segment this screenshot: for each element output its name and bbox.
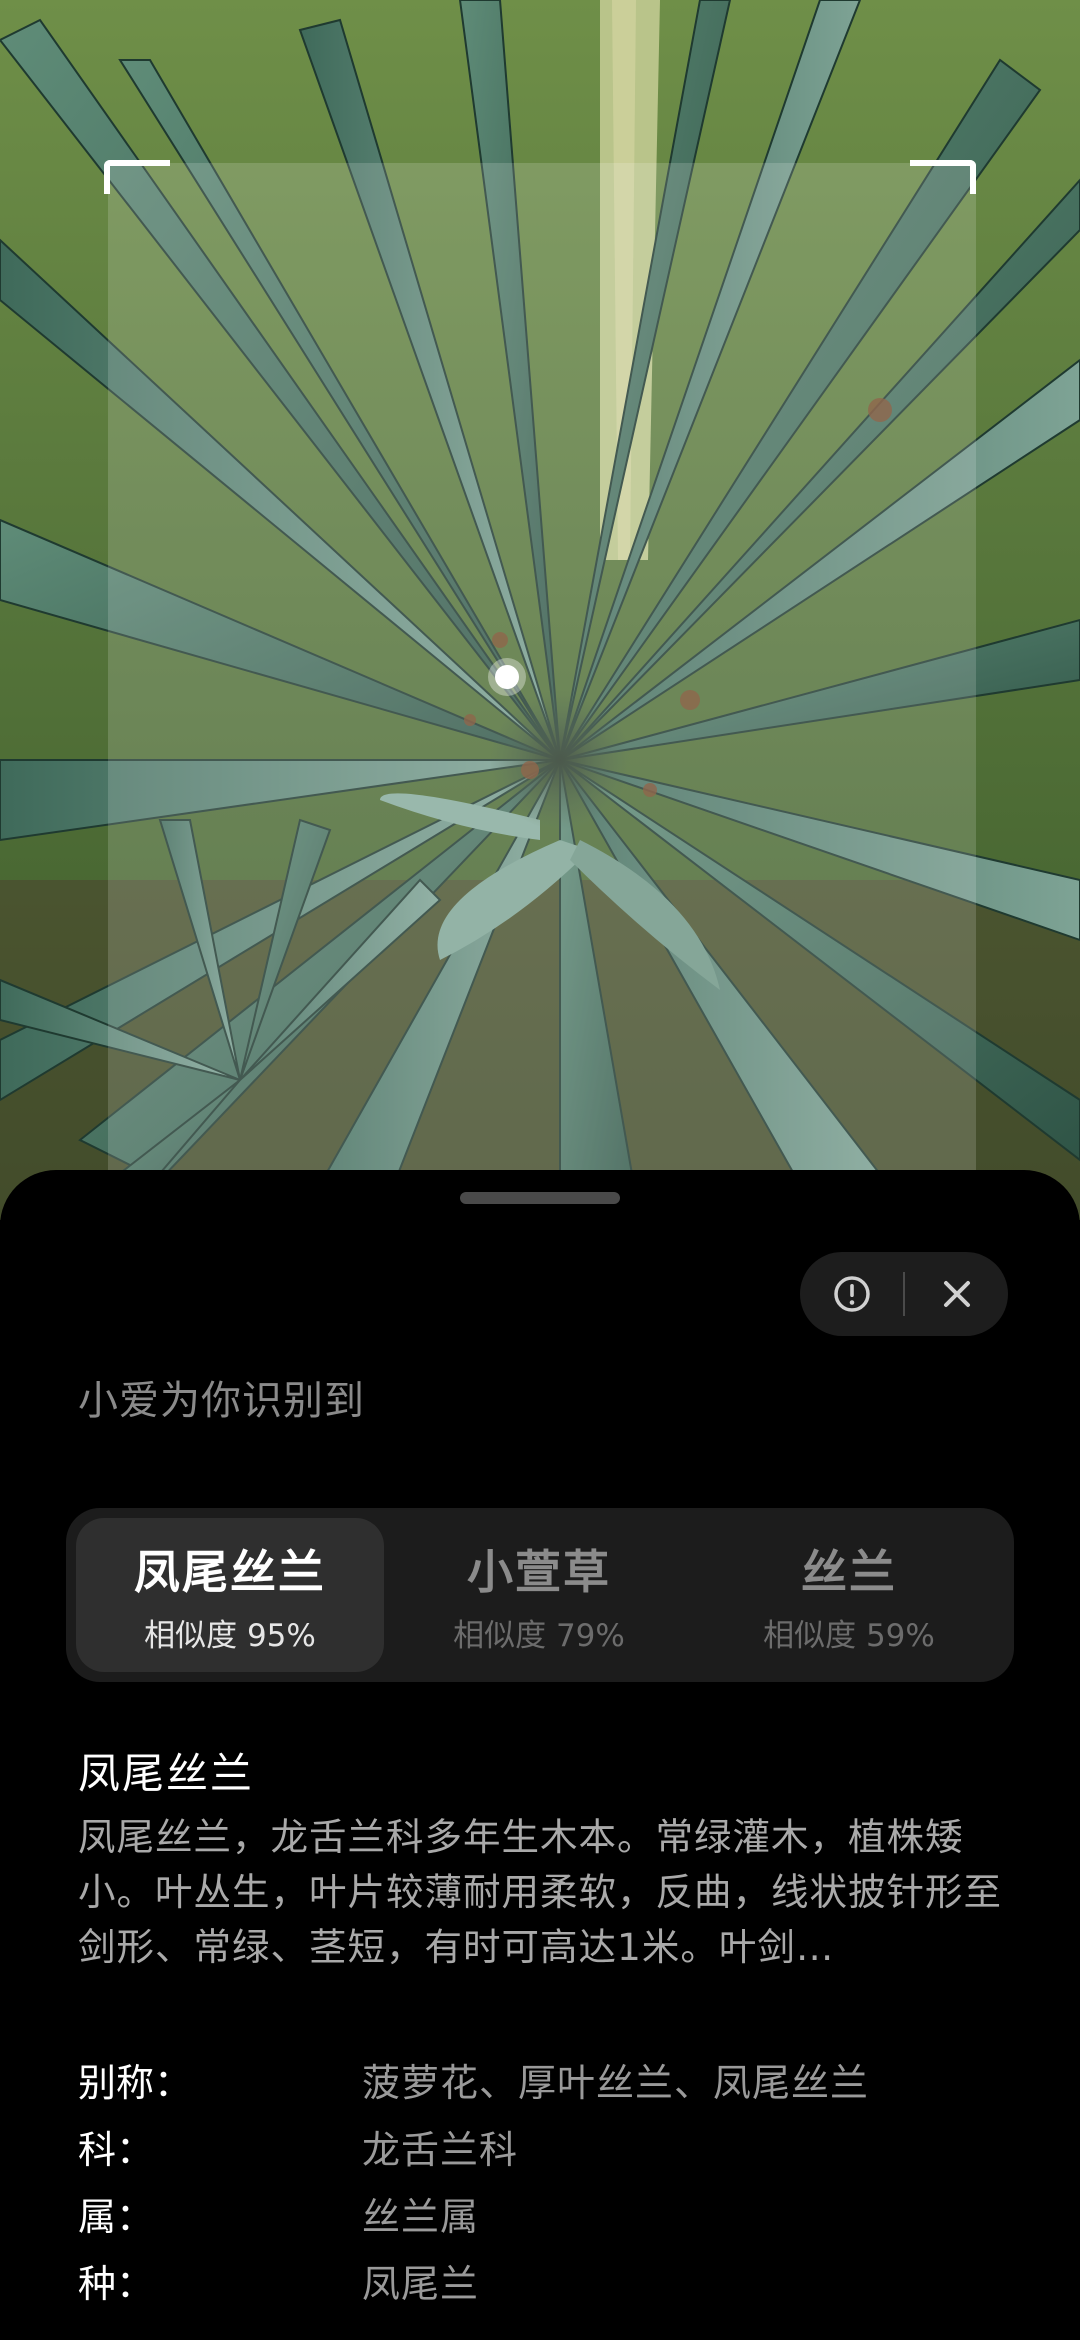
property-row: 属： 丝兰属 bbox=[78, 2180, 1008, 2247]
property-row: 科： 龙舌兰科 bbox=[78, 2113, 1008, 2180]
focus-point[interactable] bbox=[488, 658, 526, 696]
report-button[interactable] bbox=[822, 1264, 882, 1324]
property-value: 龙舌兰科 bbox=[362, 2128, 519, 2172]
candidate-score: 相似度 59% bbox=[763, 1617, 935, 1654]
result-properties: 别称： 菠萝花、厚叶丝兰、凤尾丝兰 科： 龙舌兰科 属： 丝兰属 种： 凤尾兰 bbox=[78, 2046, 1008, 2314]
scan-corner-top-left bbox=[104, 160, 170, 194]
property-key: 科： bbox=[78, 2128, 155, 2172]
sheet-action-pill bbox=[800, 1252, 1008, 1336]
close-button[interactable] bbox=[927, 1264, 987, 1324]
property-value: 菠萝花、厚叶丝兰、凤尾丝兰 bbox=[362, 2061, 870, 2105]
candidate-name: 小萱草 bbox=[467, 1544, 611, 1599]
candidate-tab-3[interactable]: 丝兰 相似度 59% bbox=[694, 1518, 1004, 1672]
property-value: 凤尾兰 bbox=[362, 2262, 480, 2306]
property-key: 属： bbox=[78, 2195, 155, 2239]
sheet-drag-handle[interactable] bbox=[460, 1192, 620, 1204]
candidate-score: 相似度 79% bbox=[453, 1617, 625, 1654]
property-row: 别称： 菠萝花、厚叶丝兰、凤尾丝兰 bbox=[78, 2046, 1008, 2113]
candidate-tabs: 凤尾丝兰 相似度 95% 小萱草 相似度 79% 丝兰 相似度 59% bbox=[66, 1508, 1014, 1682]
close-icon bbox=[943, 1281, 970, 1307]
candidate-name: 丝兰 bbox=[801, 1544, 897, 1599]
pill-divider bbox=[903, 1272, 905, 1316]
property-row: 种： 凤尾兰 bbox=[78, 2247, 1008, 2314]
recognition-sheet: 小爱为你识别到 凤尾丝兰 相似度 95% 小萱草 相似度 79% 丝兰 相似度 … bbox=[0, 1170, 1080, 2340]
candidate-name: 凤尾丝兰 bbox=[134, 1544, 326, 1599]
exclamation-circle-icon bbox=[833, 1276, 870, 1312]
camera-viewfinder[interactable] bbox=[0, 0, 1080, 1220]
candidate-score: 相似度 95% bbox=[144, 1617, 316, 1654]
candidate-tab-1[interactable]: 凤尾丝兰 相似度 95% bbox=[76, 1518, 384, 1672]
scan-region bbox=[108, 163, 976, 1213]
property-key: 种： bbox=[78, 2262, 155, 2306]
recognition-heading: 小爱为你识别到 bbox=[78, 1378, 365, 1424]
property-value: 丝兰属 bbox=[362, 2195, 480, 2239]
scan-corner-top-right bbox=[910, 160, 976, 194]
candidate-tab-2[interactable]: 小萱草 相似度 79% bbox=[384, 1518, 694, 1672]
property-key: 别称： bbox=[78, 2061, 193, 2105]
result-title: 凤尾丝兰 bbox=[78, 1749, 255, 1798]
result-description[interactable]: 凤尾丝兰，龙舌兰科多年生木本。常绿灌木，植株矮小。叶丛生，叶片较薄耐用柔软，反曲… bbox=[78, 1810, 1008, 1975]
